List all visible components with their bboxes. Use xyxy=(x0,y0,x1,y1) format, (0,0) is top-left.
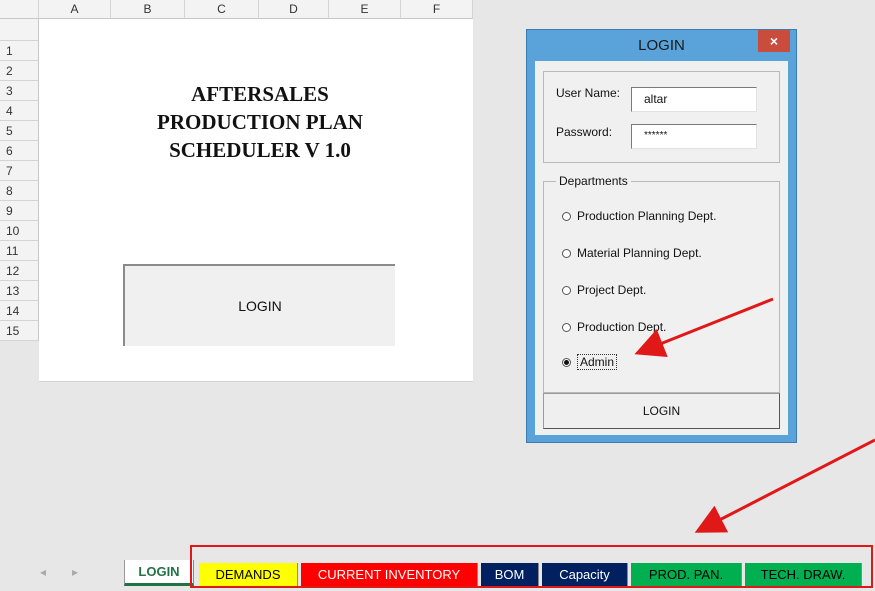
close-icon: × xyxy=(769,33,779,49)
radio-admin[interactable]: Admin xyxy=(562,354,618,370)
row-header-7[interactable]: 7 xyxy=(0,161,39,181)
column-header-e[interactable]: E xyxy=(329,0,401,19)
dialog-login-button[interactable]: LOGIN xyxy=(543,393,780,429)
departments-group: Departments Production Planning Dept. Ma… xyxy=(543,174,780,393)
row-header-15[interactable]: 15 xyxy=(0,321,39,341)
row-header-6[interactable]: 6 xyxy=(0,141,39,161)
column-header-c[interactable]: C xyxy=(185,0,259,19)
tab-scroll-right-icon[interactable]: ▸ xyxy=(72,565,78,579)
sheet-title-line-3: SCHEDULER V 1.0 xyxy=(169,138,351,162)
radio-label: Production Dept. xyxy=(577,320,667,334)
radio-icon xyxy=(562,211,571,221)
tab-login[interactable]: LOGIN xyxy=(124,560,194,586)
row-header-4[interactable]: 4 xyxy=(0,101,39,121)
radio-production-planning[interactable]: Production Planning Dept. xyxy=(562,209,716,223)
column-header-d[interactable]: D xyxy=(259,0,329,19)
radio-icon xyxy=(562,285,571,295)
column-header-a[interactable]: A xyxy=(39,0,111,19)
sheet-title-line-1: AFTERSALES xyxy=(191,82,329,106)
annotation-highlight-box xyxy=(190,545,873,588)
row-header-2[interactable]: 2 xyxy=(0,61,39,81)
dialog-login-button-label: LOGIN xyxy=(642,404,681,418)
dialog-close-button[interactable]: × xyxy=(758,30,790,52)
login-dialog: LOGIN × User Name: altar Password: *****… xyxy=(526,29,797,443)
row-header-5[interactable]: 5 xyxy=(0,121,39,141)
password-field[interactable]: ****** xyxy=(631,124,757,149)
sheet-title-line-2: PRODUCTION PLAN xyxy=(157,110,363,134)
radio-label: Material Planning Dept. xyxy=(577,246,702,260)
radio-production[interactable]: Production Dept. xyxy=(562,320,666,334)
sheet-login-button[interactable]: LOGIN xyxy=(123,264,395,346)
row-header-8[interactable]: 8 xyxy=(0,181,39,201)
row-header-9[interactable]: 9 xyxy=(0,201,39,221)
row-header-3[interactable]: 3 xyxy=(0,81,39,101)
select-all-corner[interactable] xyxy=(0,0,39,19)
row-header-1[interactable]: 1 xyxy=(0,41,39,61)
row-header-14[interactable]: 14 xyxy=(0,301,39,321)
radio-project[interactable]: Project Dept. xyxy=(562,283,646,297)
row-header-10[interactable]: 10 xyxy=(0,221,39,241)
username-field[interactable]: altar xyxy=(631,87,757,112)
dialog-title: LOGIN xyxy=(638,37,685,54)
dialog-body: User Name: altar Password: ****** Depart… xyxy=(535,61,788,435)
column-header-b[interactable]: B xyxy=(111,0,185,19)
radio-label: Production Planning Dept. xyxy=(577,209,717,223)
radio-label: Admin xyxy=(577,354,618,370)
row-header-12[interactable]: 12 xyxy=(0,261,39,281)
row-header-11[interactable]: 11 xyxy=(0,241,39,261)
radio-icon xyxy=(562,248,571,258)
column-header-f[interactable]: F xyxy=(401,0,473,19)
sheet-login-button-label: LOGIN xyxy=(238,298,282,314)
radio-selected-icon xyxy=(562,357,571,367)
tab-scroll-left-icon[interactable]: ◂ xyxy=(40,565,46,579)
row-header-13[interactable]: 13 xyxy=(0,281,39,301)
password-label: Password: xyxy=(556,125,613,139)
sheet-title: AFTERSALES PRODUCTION PLAN SCHEDULER V 1… xyxy=(100,80,420,164)
username-label: User Name: xyxy=(556,86,621,100)
radio-icon xyxy=(562,322,571,332)
credentials-group: User Name: altar Password: ****** xyxy=(543,71,780,163)
radio-label: Project Dept. xyxy=(577,283,647,297)
radio-material-planning[interactable]: Material Planning Dept. xyxy=(562,246,702,260)
departments-legend: Departments xyxy=(556,174,631,188)
row-header-1-top xyxy=(0,19,39,41)
